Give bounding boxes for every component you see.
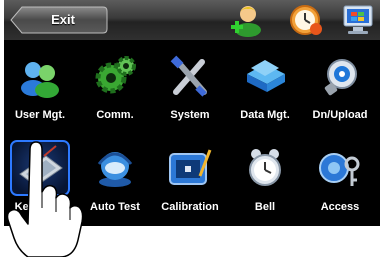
pointing-hand-icon	[6, 141, 84, 257]
